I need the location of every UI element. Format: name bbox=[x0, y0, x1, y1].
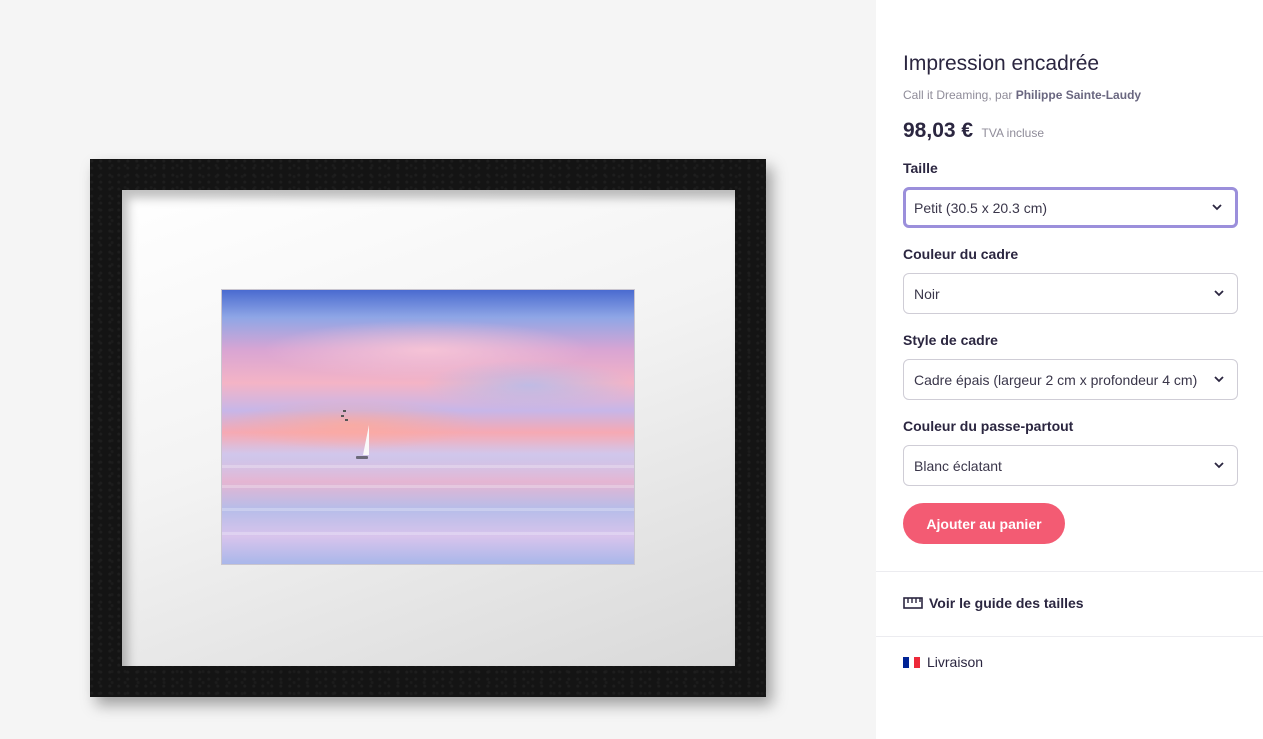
size-guide-label: Voir le guide des tailles bbox=[929, 595, 1084, 611]
size-select[interactable]: Petit (30.5 x 20.3 cm) bbox=[903, 187, 1238, 228]
chevron-down-icon bbox=[1214, 289, 1224, 296]
mat-color-select-value: Blanc éclatant bbox=[914, 457, 1002, 474]
product-options-panel: Impression encadrée Call it Dreaming, pa… bbox=[876, 0, 1263, 739]
add-to-cart-button[interactable]: Ajouter au panier bbox=[903, 503, 1065, 544]
chevron-down-icon bbox=[1214, 375, 1224, 382]
size-label: Taille bbox=[903, 160, 938, 176]
tax-note: TVA incluse bbox=[981, 126, 1045, 140]
artwork-image bbox=[221, 289, 635, 565]
shipping-link[interactable]: Livraison bbox=[903, 654, 983, 670]
frame-color-select-value: Noir bbox=[914, 285, 940, 302]
frame-color-label: Couleur du cadre bbox=[903, 246, 1019, 262]
shipping-label: Livraison bbox=[927, 654, 984, 670]
picture-frame bbox=[90, 159, 766, 697]
ruler-icon bbox=[903, 597, 923, 609]
france-flag-icon bbox=[903, 656, 921, 668]
passe-partout-mat bbox=[122, 190, 735, 666]
sailboat bbox=[363, 425, 369, 455]
frame-style-label: Style de cadre bbox=[903, 332, 998, 348]
divider bbox=[876, 636, 1263, 637]
frame-style-select[interactable]: Cadre épais (largeur 2 cm x profondeur 4… bbox=[903, 359, 1238, 400]
mat-color-label: Couleur du passe-partout bbox=[903, 418, 1074, 434]
artwork-name: Call it Dreaming, par bbox=[903, 88, 1013, 102]
product-subtitle: Call it Dreaming, par Philippe Sainte-La… bbox=[903, 88, 1141, 102]
product-title: Impression encadrée bbox=[903, 52, 1100, 75]
chevron-down-icon bbox=[1212, 203, 1222, 210]
frame-color-select[interactable]: Noir bbox=[903, 273, 1238, 314]
size-guide-link[interactable]: Voir le guide des tailles bbox=[903, 595, 1084, 611]
chevron-down-icon bbox=[1214, 461, 1224, 468]
price: 98,03 € bbox=[903, 119, 974, 142]
mat-color-select[interactable]: Blanc éclatant bbox=[903, 445, 1238, 486]
size-select-value: Petit (30.5 x 20.3 cm) bbox=[914, 199, 1048, 216]
price-row: 98,03 € TVA incluse bbox=[903, 119, 1044, 143]
product-preview bbox=[0, 0, 876, 739]
author-link[interactable]: Philippe Sainte-Laudy bbox=[1016, 88, 1141, 102]
divider bbox=[876, 571, 1263, 572]
frame-style-select-value: Cadre épais (largeur 2 cm x profondeur 4… bbox=[914, 371, 1198, 388]
